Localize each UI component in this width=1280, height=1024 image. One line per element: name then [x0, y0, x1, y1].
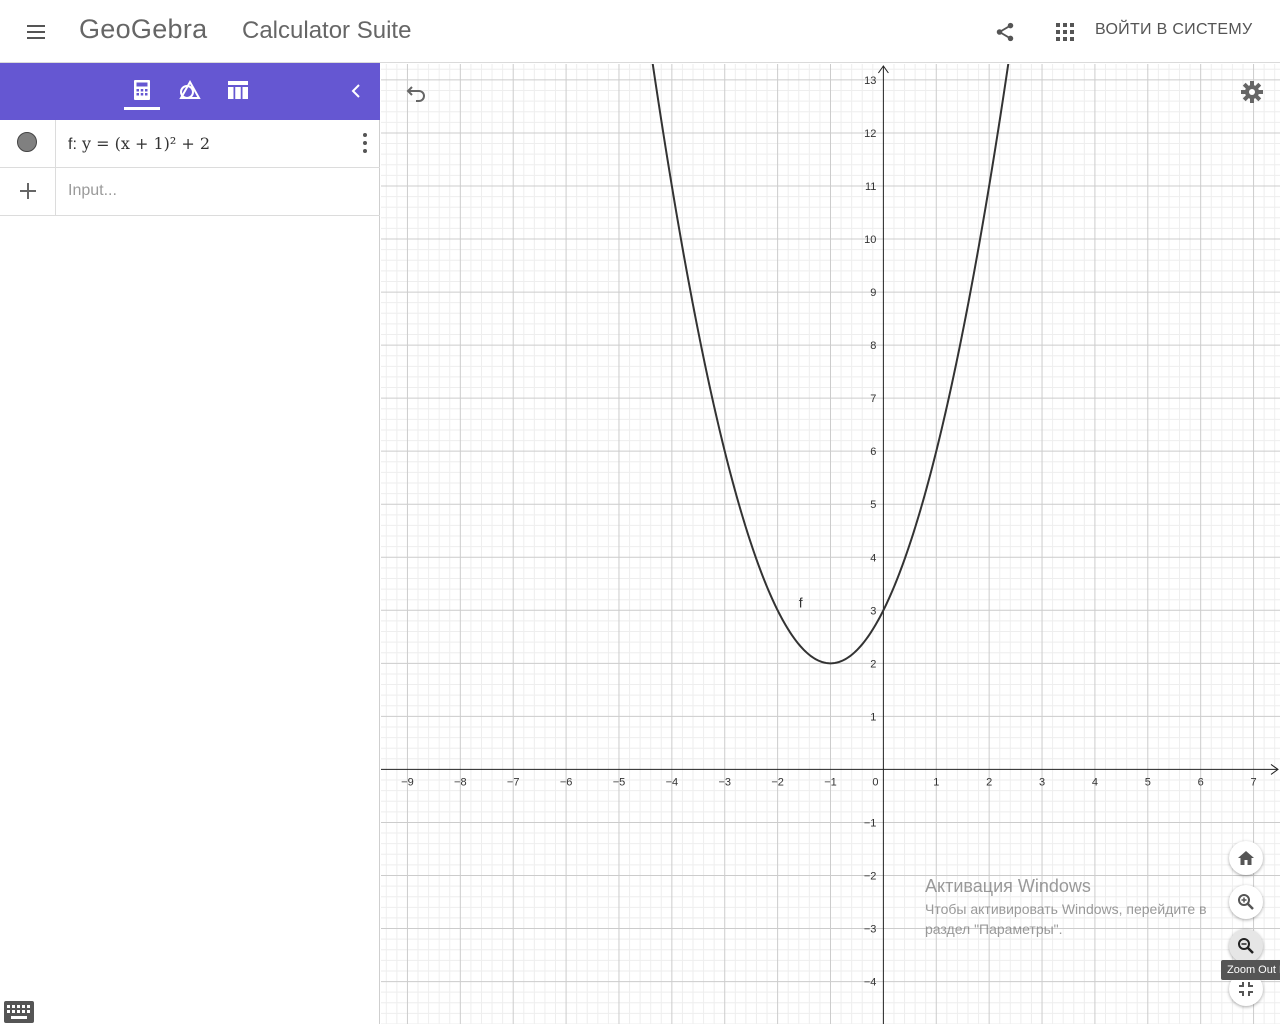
- x-tick-label: 3: [1039, 776, 1045, 788]
- fullscreen-exit-icon: [1239, 982, 1253, 996]
- watermark-title: Активация Windows: [925, 876, 1091, 896]
- y-tick-label: 9: [870, 287, 876, 299]
- y-tick-label: −4: [864, 977, 877, 989]
- tab-algebra[interactable]: [127, 75, 157, 105]
- y-tick-label: 6: [870, 446, 876, 458]
- view-toolbar: [0, 63, 380, 120]
- geometry-icon: [179, 79, 201, 99]
- y-tick-label: 12: [864, 128, 876, 140]
- y-tick-label: 3: [870, 605, 876, 617]
- more-options-icon[interactable]: [360, 130, 370, 156]
- y-tick-label: −2: [864, 870, 877, 882]
- x-tick-label: 4: [1092, 776, 1098, 788]
- tab-geometry[interactable]: [175, 75, 205, 105]
- zoom-out-tooltip: Zoom Out R: [1221, 960, 1280, 980]
- app-header: GeoGebra Calculator Suite ВОЙТИ В СИСТЕМ…: [0, 0, 1280, 63]
- x-tick-label: 1: [933, 776, 939, 788]
- visibility-gutter: [0, 120, 56, 167]
- y-tick-label: 7: [870, 393, 876, 405]
- y-tick-label: 1: [870, 711, 876, 723]
- zoom-out-icon: [1238, 938, 1254, 954]
- watermark-text: Чтобы активировать Windows, перейдите в …: [925, 901, 1207, 937]
- x-tick-label: −6: [560, 776, 573, 788]
- table-icon: [228, 81, 248, 99]
- zoom-in-icon: [1238, 894, 1254, 910]
- y-tick-label: 5: [870, 499, 876, 511]
- home-button[interactable]: [1229, 841, 1263, 875]
- x-tick-label: 2: [986, 776, 992, 788]
- x-tick-label: −2: [771, 776, 784, 788]
- algebra-input-row: [0, 168, 380, 216]
- x-tick-label: 5: [1145, 776, 1151, 788]
- y-tick-label: 10: [864, 234, 876, 246]
- plus-icon[interactable]: [17, 180, 39, 202]
- y-tick-label: 8: [870, 340, 876, 352]
- function-curve-label: f: [799, 595, 803, 611]
- function-label: f:: [68, 136, 77, 153]
- zoom-out-button[interactable]: [1229, 929, 1263, 963]
- y-tick-label: −1: [864, 817, 877, 829]
- apps-grid-icon[interactable]: [1055, 22, 1075, 42]
- x-tick-label: 6: [1198, 776, 1204, 788]
- brand-logo[interactable]: GeoGebra: [79, 14, 207, 45]
- menu-icon[interactable]: [24, 20, 48, 44]
- signin-button[interactable]: ВОЙТИ В СИСТЕМУ: [1095, 21, 1252, 39]
- y-tick-label: 11: [865, 181, 876, 193]
- x-tick-label: −8: [454, 776, 467, 788]
- chevron-left-icon[interactable]: [346, 81, 366, 101]
- algebra-panel: f: y = (x + 1)² + 2: [0, 63, 380, 1024]
- x-tick-label: −9: [401, 776, 414, 788]
- settings-gear-icon[interactable]: [1240, 80, 1264, 104]
- x-tick-label: −4: [666, 776, 679, 788]
- input-gutter: [0, 168, 56, 215]
- algebra-expression[interactable]: f: y = (x + 1)² + 2: [68, 134, 210, 154]
- keyboard-icon[interactable]: [4, 1001, 34, 1023]
- undo-icon[interactable]: [404, 80, 428, 104]
- x-tick-label: −1: [824, 776, 837, 788]
- y-tick-label: −3: [864, 924, 877, 936]
- active-tab-indicator: [124, 107, 160, 110]
- x-tick-label: 0: [872, 776, 878, 788]
- visibility-toggle-icon[interactable]: [17, 132, 37, 152]
- function-definition: y = (x + 1)² + 2: [81, 134, 211, 153]
- zoom-in-button[interactable]: [1229, 885, 1263, 919]
- y-tick-label: 13: [864, 75, 876, 87]
- home-icon: [1238, 851, 1254, 865]
- windows-activation-watermark: Активация Windows Чтобы активировать Win…: [925, 876, 1225, 939]
- algebra-item-f[interactable]: f: y = (x + 1)² + 2: [0, 120, 380, 168]
- x-tick-label: −3: [718, 776, 731, 788]
- calculator-icon: [134, 80, 150, 100]
- x-tick-label: 7: [1250, 776, 1256, 788]
- y-tick-label: 2: [870, 658, 876, 670]
- x-tick-label: −7: [507, 776, 520, 788]
- share-icon[interactable]: [994, 21, 1016, 43]
- tab-table[interactable]: [223, 75, 253, 105]
- y-tick-label: 4: [870, 552, 876, 564]
- algebra-input[interactable]: [68, 182, 358, 200]
- x-tick-label: −5: [613, 776, 626, 788]
- app-title: Calculator Suite: [242, 17, 412, 44]
